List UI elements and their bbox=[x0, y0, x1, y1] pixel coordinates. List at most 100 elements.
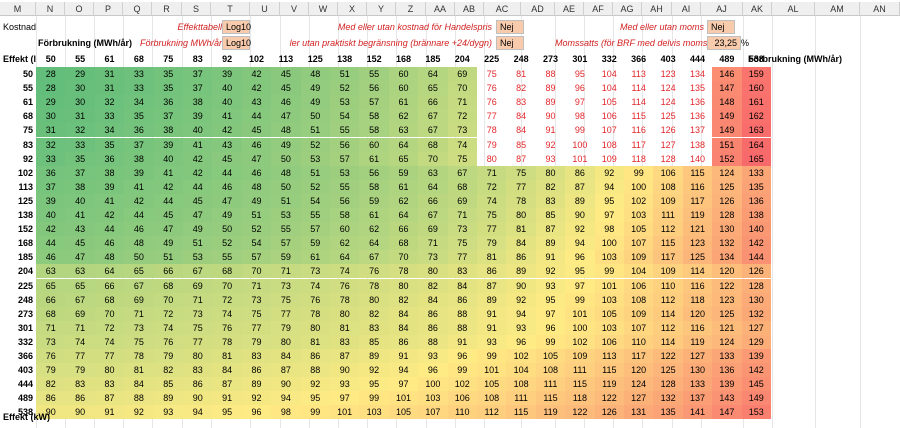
column-header-af[interactable]: AF bbox=[584, 2, 613, 16]
heatmap-cell[interactable]: 70 bbox=[94, 306, 125, 321]
heatmap-cell[interactable]: 47 bbox=[271, 109, 301, 124]
heatmap-cell[interactable]: 83 bbox=[94, 377, 125, 392]
heatmap-cell[interactable]: 101 bbox=[330, 405, 360, 420]
heatmap-cell[interactable]: 81 bbox=[212, 349, 242, 364]
heatmap-cell[interactable]: 66 bbox=[418, 95, 448, 110]
heatmap-cell[interactable]: 67 bbox=[418, 208, 448, 223]
heatmap-cell[interactable]: 70 bbox=[241, 264, 272, 279]
heatmap-cell[interactable]: 104 bbox=[506, 363, 536, 378]
heatmap-cell[interactable]: 86 bbox=[418, 320, 448, 335]
heatmap-cell[interactable]: 96 bbox=[447, 349, 477, 364]
column-header-o[interactable]: O bbox=[65, 2, 94, 16]
heatmap-cell[interactable]: 88 bbox=[447, 306, 477, 321]
heatmap-cell[interactable]: 114 bbox=[682, 264, 713, 279]
heatmap-cell[interactable]: 151 bbox=[712, 137, 742, 152]
heatmap-cell[interactable]: 52 bbox=[300, 179, 330, 194]
heatmap-cell[interactable]: 68 bbox=[418, 137, 448, 152]
heatmap-cell[interactable]: 74 bbox=[330, 264, 360, 279]
heatmap-cell[interactable]: 72 bbox=[212, 292, 242, 307]
heatmap-cell[interactable]: 105 bbox=[624, 222, 654, 237]
heatmap-cell[interactable]: 102 bbox=[624, 193, 654, 208]
heatmap-cell[interactable]: 123 bbox=[712, 292, 742, 307]
heatmap-cell[interactable]: 69 bbox=[447, 193, 477, 208]
heatmap-cell[interactable]: 87 bbox=[565, 179, 595, 194]
heatmap-cell[interactable]: 46 bbox=[212, 179, 242, 194]
heatmap-cell[interactable]: 71 bbox=[124, 306, 154, 321]
heatmap-cell[interactable]: 94 bbox=[388, 363, 419, 378]
heatmap-cell[interactable]: 165 bbox=[741, 151, 771, 166]
heatmap-cell[interactable]: 81 bbox=[506, 67, 535, 81]
heatmap-cell[interactable]: 125 bbox=[712, 306, 742, 321]
heatmap-cell[interactable]: 118 bbox=[682, 292, 713, 307]
heatmap-cell[interactable]: 119 bbox=[535, 405, 566, 420]
heatmap-cell[interactable]: 41 bbox=[153, 165, 183, 180]
heatmap-cell[interactable]: 33 bbox=[94, 109, 125, 124]
heatmap-cell[interactable]: 127 bbox=[682, 349, 713, 364]
heatmap-cell[interactable]: 64 bbox=[330, 250, 360, 265]
heatmap-cell[interactable]: 42 bbox=[153, 179, 183, 194]
heatmap-cell[interactable]: 105 bbox=[594, 306, 624, 321]
heatmap-cell[interactable]: 66 bbox=[418, 193, 448, 208]
heatmap-cell[interactable]: 55 bbox=[300, 208, 330, 223]
heatmap-cell[interactable]: 82 bbox=[418, 278, 448, 293]
heatmap-cell[interactable]: 71 bbox=[183, 292, 213, 307]
heatmap-cell[interactable]: 66 bbox=[153, 264, 183, 279]
heatmap-cell[interactable]: 153 bbox=[741, 405, 771, 420]
heatmap-cell[interactable]: 162 bbox=[741, 109, 771, 124]
heatmap-cell[interactable]: 39 bbox=[183, 109, 213, 124]
heatmap-cell[interactable]: 50 bbox=[124, 250, 154, 265]
heatmap-cell[interactable]: 98 bbox=[271, 405, 301, 420]
heatmap-cell[interactable]: 57 bbox=[359, 95, 389, 110]
heatmap-cell[interactable]: 103 bbox=[594, 320, 624, 335]
heatmap-cell[interactable]: 83 bbox=[241, 349, 272, 364]
heatmap-cell[interactable]: 123 bbox=[653, 67, 682, 81]
heatmap-cell[interactable]: 70 bbox=[212, 278, 242, 293]
spreadsheet-sheet[interactable]: M N O P Q R S T U V W X Y Z AA AB AC AD AE AF AG AH AI AJ AK AL AM… bbox=[0, 0, 900, 428]
heatmap-cell[interactable]: 54 bbox=[300, 193, 330, 208]
heatmap-cell[interactable]: 45 bbox=[241, 123, 272, 138]
heatmap-cell[interactable]: 55 bbox=[330, 123, 360, 138]
heatmap-cell[interactable]: 81 bbox=[300, 334, 330, 349]
heatmap-cell[interactable]: 112 bbox=[653, 292, 683, 307]
heatmap-cell[interactable]: 44 bbox=[183, 179, 213, 194]
heatmap-cell[interactable]: 77 bbox=[271, 306, 301, 321]
heatmap-cell[interactable]: 92 bbox=[536, 138, 565, 152]
heatmap-cell[interactable]: 42 bbox=[212, 123, 242, 138]
heatmap-cell[interactable]: 57 bbox=[300, 222, 330, 237]
heatmap-cell[interactable]: 127 bbox=[741, 320, 771, 335]
heatmap-cell[interactable]: 79 bbox=[36, 363, 66, 378]
heatmap-cell[interactable]: 54 bbox=[241, 236, 272, 251]
heatmap-cell[interactable]: 58 bbox=[359, 179, 389, 194]
heatmap-cell[interactable]: 77 bbox=[94, 349, 125, 364]
heatmap-cell[interactable]: 106 bbox=[624, 278, 654, 293]
heatmap-cell[interactable]: 65 bbox=[36, 278, 66, 293]
heatmap-cell[interactable]: 86 bbox=[506, 250, 536, 265]
heatmap-cell[interactable]: 64 bbox=[94, 264, 125, 279]
column-header-s[interactable]: S bbox=[182, 2, 211, 16]
heatmap-cell[interactable]: 38 bbox=[94, 165, 125, 180]
heatmap-cell[interactable]: 89 bbox=[565, 193, 595, 208]
heatmap-cell[interactable]: 101 bbox=[594, 278, 624, 293]
heatmap-cell[interactable]: 84 bbox=[212, 363, 242, 378]
heatmap-cell[interactable]: 59 bbox=[271, 250, 301, 265]
heatmap-cell[interactable]: 141 bbox=[682, 405, 713, 420]
heatmap-cell[interactable]: 93 bbox=[536, 152, 565, 166]
column-header-ai[interactable]: AI bbox=[672, 2, 701, 16]
heatmap-cell[interactable]: 135 bbox=[741, 179, 771, 194]
heatmap-cell[interactable]: 99 bbox=[535, 334, 566, 349]
heatmap-cell[interactable]: 110 bbox=[624, 334, 654, 349]
heatmap-cell[interactable]: 83 bbox=[330, 334, 360, 349]
heatmap-cell[interactable]: 86 bbox=[65, 391, 95, 406]
heatmap-cell[interactable]: 96 bbox=[506, 334, 536, 349]
heatmap-cell[interactable]: 71 bbox=[418, 236, 448, 251]
heatmap-cell[interactable]: 117 bbox=[682, 193, 713, 208]
heatmap-cell[interactable]: 37 bbox=[183, 67, 213, 82]
heatmap-cell[interactable]: 88 bbox=[536, 67, 565, 81]
heatmap-cell[interactable]: 81 bbox=[330, 320, 360, 335]
heatmap-cell[interactable]: 115 bbox=[565, 377, 595, 392]
heatmap-cell[interactable]: 142 bbox=[741, 236, 771, 251]
heatmap-cell[interactable]: 99 bbox=[359, 391, 389, 406]
heatmap-cell[interactable]: 92 bbox=[241, 391, 272, 406]
heatmap-cell[interactable]: 50 bbox=[212, 222, 242, 237]
heatmap-cell[interactable]: 36 bbox=[36, 165, 66, 180]
